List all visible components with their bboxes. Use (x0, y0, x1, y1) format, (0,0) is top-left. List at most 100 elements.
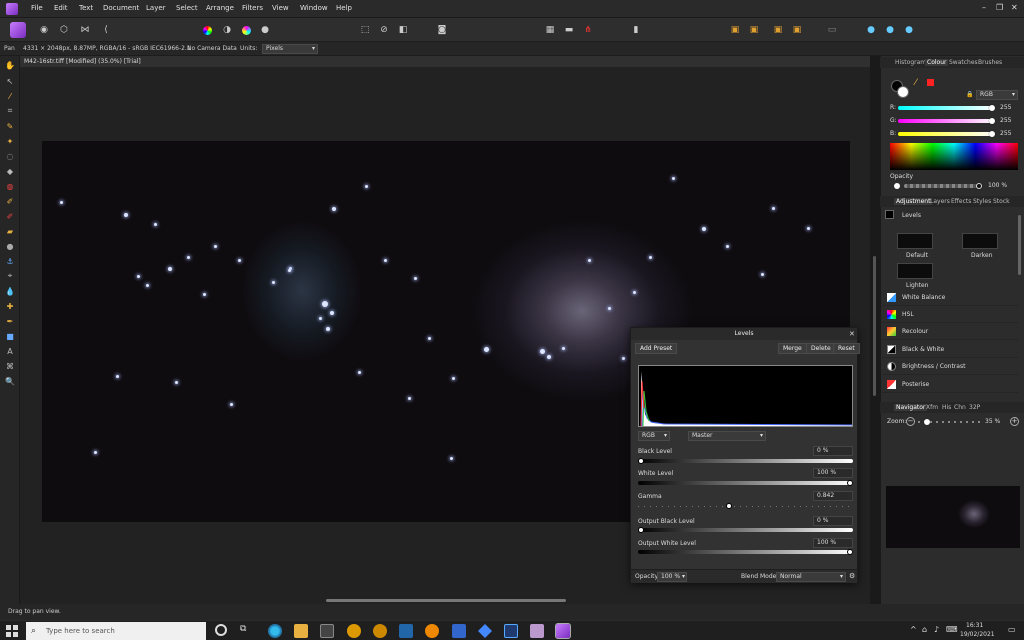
white-level-slider[interactable] (638, 480, 853, 486)
invert-selection-icon[interactable]: ◧ (395, 22, 411, 38)
clock-time[interactable]: 16:31 (966, 622, 983, 629)
adjustment-posterise[interactable]: Posterise (882, 376, 1018, 393)
adjustment-white-balance[interactable]: White Balance (882, 289, 1018, 306)
assistant-icon[interactable]: ▦ (542, 22, 558, 38)
transform-icon[interactable]: ▭ (824, 22, 840, 38)
adjustment-scrollbar[interactable] (1018, 215, 1021, 275)
delete-button[interactable]: Delete (806, 343, 836, 354)
store-icon[interactable] (320, 624, 334, 638)
levels-dialog-title[interactable]: Levels (631, 328, 857, 340)
flood-fill-icon[interactable]: ◆ (4, 165, 16, 177)
zoom-tool-icon[interactable]: 🔍 (4, 375, 16, 387)
zoom-out-icon[interactable]: − (906, 417, 915, 426)
keyboard-icon[interactable]: ⌨ (946, 625, 958, 634)
pen-tool-icon[interactable]: ✒ (4, 315, 16, 327)
black-level-slider[interactable] (638, 458, 853, 464)
adjustment-recolour[interactable]: Recolour (882, 323, 1018, 340)
deselect-icon[interactable]: ⊘ (376, 22, 392, 38)
tab-history[interactable]: His (942, 404, 951, 411)
cortana-icon[interactable] (215, 624, 227, 636)
black-level-field[interactable]: 0 % (813, 446, 853, 456)
photo-persona-icon[interactable] (10, 22, 26, 38)
menu-layer[interactable]: Layer (146, 4, 166, 12)
app-icon-5[interactable] (452, 624, 466, 638)
auto-contrast-icon[interactable]: ◑ (219, 22, 235, 38)
dialog-close-icon[interactable]: ✕ (849, 330, 855, 338)
tab-colour[interactable]: Colour (925, 59, 949, 66)
insert-target-icon[interactable]: ▮ (628, 22, 644, 38)
tab-transform[interactable]: Xfm (926, 404, 938, 411)
menu-edit[interactable]: Edit (54, 4, 68, 12)
levels-heading[interactable]: Levels (902, 212, 921, 219)
output-white-field[interactable]: 100 % (813, 538, 853, 548)
dialog-opacity-select[interactable]: 100 % ▾ (657, 572, 687, 582)
paint-brush-icon[interactable]: ✐ (4, 195, 16, 207)
menu-text[interactable]: Text (79, 4, 93, 12)
marquee-icon[interactable]: ⬚ (357, 22, 373, 38)
auto-levels-icon[interactable] (199, 22, 215, 38)
selection-brush-icon[interactable]: ✎ (4, 120, 16, 132)
photoshop-icon[interactable] (504, 624, 518, 638)
crop-tool-icon[interactable]: ⌗ (4, 105, 16, 117)
arrange-forward-icon[interactable]: ▣ (746, 22, 762, 38)
arrange-front-icon[interactable]: ▣ (770, 22, 786, 38)
app-icon-6[interactable] (478, 624, 492, 638)
windows-start-icon[interactable] (6, 625, 18, 637)
output-black-slider[interactable] (638, 527, 853, 533)
gear-icon[interactable]: ⚙ (849, 572, 855, 580)
channel-select[interactable]: Master ▾ (688, 431, 766, 441)
adjustment-hsl[interactable]: HSL (882, 306, 1018, 323)
tab-layers[interactable]: Layers (930, 198, 950, 205)
menu-arrange[interactable]: Arrange (206, 4, 234, 12)
app-icon-3[interactable] (399, 624, 413, 638)
blend-mode-select[interactable]: Normal ▾ (776, 572, 846, 582)
volume-icon[interactable]: ♪ (934, 625, 939, 634)
erase-brush-icon[interactable]: ▰ (4, 225, 16, 237)
boolean-add-icon[interactable]: ● (863, 22, 879, 38)
arrange-top-icon[interactable]: ▣ (789, 22, 805, 38)
text-tool-icon[interactable]: A (4, 345, 16, 357)
navigator-thumbnail[interactable] (886, 486, 1020, 548)
alignment-icon[interactable]: ▬ (561, 22, 577, 38)
menu-view[interactable]: View (272, 4, 289, 12)
gamma-field[interactable]: 0.842 (813, 491, 853, 501)
liquify-persona-icon[interactable]: ◉ (36, 22, 52, 38)
task-view-icon[interactable]: ⧉ (240, 624, 254, 638)
merge-button[interactable]: Merge (778, 343, 807, 354)
reset-button[interactable]: Reset (833, 343, 860, 354)
mesh-warp-icon[interactable]: ⌘ (4, 360, 16, 372)
restore-button[interactable]: ❐ (996, 3, 1003, 12)
blur-brush-icon[interactable]: 💧 (4, 285, 16, 297)
preset-lighten-thumb[interactable] (897, 263, 933, 279)
auto-colours-icon[interactable] (238, 22, 254, 38)
g-value[interactable]: 255 (1000, 117, 1011, 124)
lock-icon[interactable]: 🔒 (966, 91, 973, 98)
app-icon-7[interactable] (530, 624, 544, 638)
app-icon-4[interactable] (425, 624, 439, 638)
app-icon-1[interactable] (347, 624, 361, 638)
tone-mapping-persona-icon[interactable]: ⋈ (77, 22, 93, 38)
tab-stock[interactable]: Stock (993, 198, 1010, 205)
healing-brush-icon[interactable]: ✚ (4, 300, 16, 312)
menu-window[interactable]: Window (300, 4, 328, 12)
colour-mode-icon[interactable] (927, 79, 934, 86)
gradient-tool-icon[interactable]: ◍ (4, 180, 16, 192)
close-button[interactable]: ✕ (1011, 3, 1018, 12)
clock-date[interactable]: 19/02/2021 (960, 631, 995, 638)
clone-tool-icon[interactable]: ⚓ (4, 255, 16, 267)
develop-persona-icon[interactable]: ⬡ (56, 22, 72, 38)
menu-file[interactable]: File (31, 4, 43, 12)
tab-swatches[interactable]: Swatches (949, 59, 978, 66)
marquee-tool-icon[interactable]: ◌ (4, 150, 16, 162)
auto-white-balance-icon[interactable]: ● (257, 22, 273, 38)
adjustment-black-white[interactable]: Black & White (882, 341, 1018, 358)
colour-picker-icon[interactable]: ⁄ (915, 78, 917, 88)
quick-mask-icon[interactable]: ◙ (434, 22, 450, 38)
tab-effects[interactable]: Effects (951, 198, 971, 205)
tab-brushes[interactable]: Brushes (978, 59, 1002, 66)
document-tab[interactable]: M42-16str.tiff [Modified] (35.0%) [Trial… (20, 56, 870, 67)
colour-model-select[interactable]: RGB ▾ (976, 90, 1018, 100)
r-value[interactable]: 255 (1000, 104, 1011, 111)
boolean-subtract-icon[interactable]: ● (882, 22, 898, 38)
menu-select[interactable]: Select (176, 4, 198, 12)
